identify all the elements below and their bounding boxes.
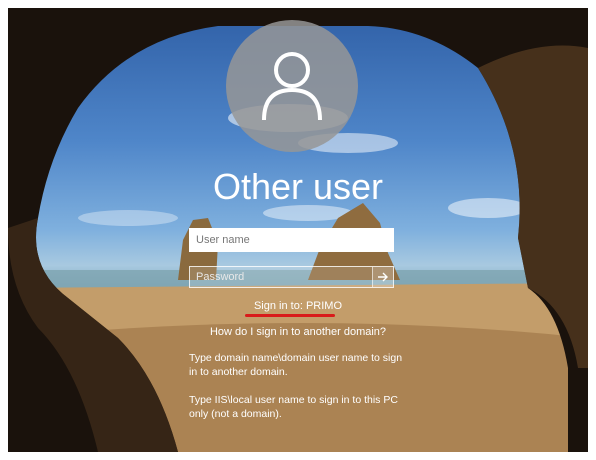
highlight-underline <box>245 314 335 317</box>
sign-in-target: Sign in to: PRIMO <box>253 300 343 312</box>
user-title: Other user <box>212 166 384 207</box>
password-field <box>189 266 394 288</box>
other-domain-help-link[interactable]: How do I sign in to another domain? <box>8 326 588 338</box>
user-avatar <box>226 20 358 152</box>
person-icon <box>262 52 322 121</box>
username-input[interactable] <box>189 228 394 252</box>
arrow-right-icon <box>378 272 388 282</box>
submit-button[interactable] <box>372 267 393 287</box>
domain-hint-text: Type domain name\domain user name to sig… <box>189 352 403 378</box>
lock-screen: Other user Sign in to: PRIMO How do I si… <box>8 8 588 452</box>
password-input[interactable] <box>190 267 372 287</box>
local-hint-text: Type IIS\local user name to sign in to t… <box>189 394 398 420</box>
